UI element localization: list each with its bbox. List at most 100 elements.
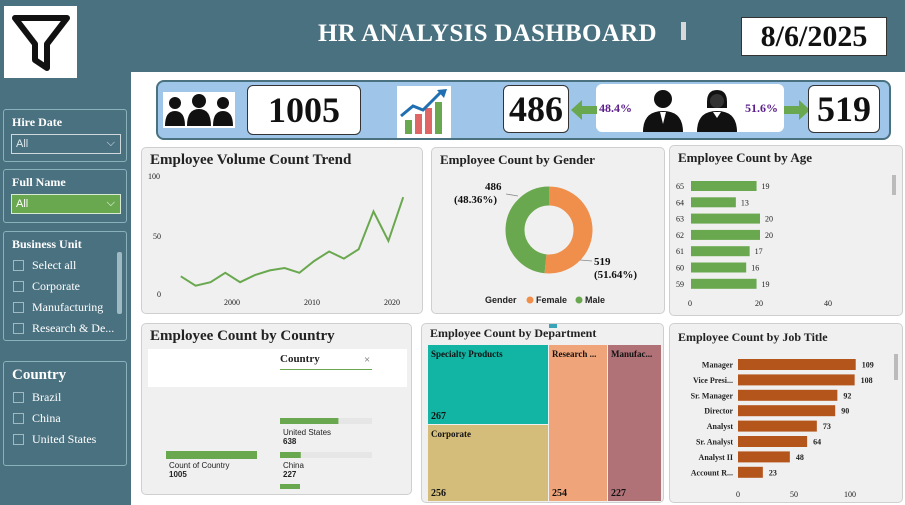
hire-date-value: All xyxy=(16,138,29,150)
job-category-label: Analyst xyxy=(707,422,734,431)
job-bar-value: 23 xyxy=(769,468,777,477)
country-bar[interactable] xyxy=(280,418,339,424)
hire-date-dropdown[interactable]: All ⌵ xyxy=(11,134,121,154)
full-name-label: Full Name xyxy=(12,175,66,189)
country-bar[interactable] xyxy=(280,452,301,458)
age-bar-value: 19 xyxy=(762,182,770,191)
age-category-label: 64 xyxy=(676,198,684,207)
job-category-label: Account R... xyxy=(691,468,733,477)
gender-donut-chart: 486 (48.36%) 519 (51.64%) Gender Female … xyxy=(454,181,637,305)
female-pct: 51.6% xyxy=(745,101,778,115)
job-bar[interactable] xyxy=(738,451,790,463)
treemap-tile-corporate[interactable]: Corporate 256 xyxy=(428,425,548,501)
gender-card: Employee Count by Gender 486 (48.36%) 51… xyxy=(431,147,665,314)
drag-handle[interactable] xyxy=(549,324,557,328)
female-count-kpi: 519 xyxy=(808,85,880,133)
x-tick: 0 xyxy=(688,299,692,308)
job-category-label: Analyst II xyxy=(699,453,733,462)
male-pct-label: (48.36%) xyxy=(454,194,497,206)
donut-slice-female[interactable] xyxy=(544,186,593,274)
country-chart: Count of Country 1005 United States 638 … xyxy=(166,418,372,489)
full-name-value: All xyxy=(16,198,29,210)
age-bar-value: 17 xyxy=(755,247,763,256)
checkbox-label: Corporate xyxy=(32,279,80,293)
treemap-tile-research[interactable]: Research ... 254 xyxy=(549,345,607,501)
treemap-tile-manufacturing[interactable]: Manufac... 227 xyxy=(608,345,661,501)
legend-female-swatch xyxy=(526,296,534,304)
checkbox-select-all[interactable]: Select all xyxy=(4,255,126,276)
country-card: Employee Count by Country Country × Coun… xyxy=(141,323,412,495)
job-category-label: Director xyxy=(704,407,733,416)
tile-value: 254 xyxy=(552,488,567,499)
country-bar-partial[interactable] xyxy=(280,484,300,489)
tile-value: 227 xyxy=(611,488,626,499)
x-tick: 2000 xyxy=(224,298,240,307)
bar-label: China xyxy=(283,461,304,470)
department-card: Employee Count by Department Specialty P… xyxy=(421,323,664,503)
age-category-label: 61 xyxy=(676,247,684,256)
total-count-bar[interactable] xyxy=(166,451,257,459)
x-tick: 100 xyxy=(844,490,856,499)
checkbox-china[interactable]: China xyxy=(4,408,126,429)
age-category-label: 62 xyxy=(676,231,684,240)
trend-line xyxy=(180,196,405,287)
age-bar[interactable] xyxy=(691,229,760,240)
donut-slice-male[interactable] xyxy=(505,186,550,274)
job-category-label: Vice Presi... xyxy=(693,376,733,385)
full-name-dropdown[interactable]: All ⌵ xyxy=(11,194,121,214)
checkbox-label: Research & De... xyxy=(32,321,115,335)
female-pct-label: (51.64%) xyxy=(594,269,637,281)
checkbox-brazil[interactable]: Brazil xyxy=(4,387,126,408)
scrollbar[interactable] xyxy=(894,354,898,380)
divider xyxy=(681,22,686,40)
job-bar[interactable] xyxy=(738,436,808,447)
checkbox-united-states[interactable]: United States xyxy=(4,429,126,450)
hire-date-filter: Hire Date All ⌵ xyxy=(3,109,127,162)
checkbox-label: China xyxy=(32,411,61,425)
checkbox-research[interactable]: Research & De... xyxy=(4,318,126,339)
scrollbar[interactable] xyxy=(892,175,896,195)
tile-label: Corporate xyxy=(431,429,471,439)
business-unit-filter: Business Unit Select all Corporate Manuf… xyxy=(3,231,127,341)
job-bar-value: 90 xyxy=(841,407,849,416)
job-title-card: Employee Count by Job Title 0 50 100 Man… xyxy=(669,323,903,503)
job-category-label: Sr. Manager xyxy=(691,391,734,400)
job-bar[interactable] xyxy=(738,420,817,432)
age-bar-chart: 0 20 40 65 19 64 13 63 20 62 20 61 17 60 16 59 19 xyxy=(676,175,896,308)
checkbox-label: United States xyxy=(32,432,97,446)
job-bar[interactable] xyxy=(738,466,763,478)
growth-chart-icon xyxy=(397,86,451,138)
treemap-tile-specialty[interactable]: Specialty Products 267 xyxy=(428,345,548,424)
job-bar[interactable] xyxy=(738,405,836,417)
page-title: HR ANALYSIS DASHBOARD xyxy=(318,20,657,47)
checkbox-label: Manufacturing xyxy=(32,300,104,314)
job-bar[interactable] xyxy=(738,374,855,386)
male-pct: 48.4% xyxy=(599,101,632,115)
leader-line xyxy=(505,193,519,197)
y-tick: 50 xyxy=(153,232,161,241)
age-card: Employee Count by Age 0 20 40 65 19 64 13 63… xyxy=(669,145,903,316)
age-bar[interactable] xyxy=(691,262,747,273)
y-tick: 0 xyxy=(157,290,161,299)
volume-trend-card: Employee Volume Count Trend 100 50 0 200… xyxy=(141,147,423,314)
age-bar[interactable] xyxy=(691,213,760,224)
job-bar[interactable] xyxy=(738,389,838,401)
employees-group-icon xyxy=(163,92,235,128)
checkbox-manufacturing[interactable]: Manufacturing xyxy=(4,297,126,318)
checkbox-icon xyxy=(13,413,24,424)
bar-value: 227 xyxy=(283,470,297,479)
total-employees-kpi: 1005 xyxy=(247,85,361,135)
age-bar[interactable] xyxy=(691,246,750,257)
age-bar[interactable] xyxy=(691,197,736,208)
age-bar-value: 13 xyxy=(741,198,749,207)
bar-value: 638 xyxy=(283,437,297,446)
scrollbar[interactable] xyxy=(117,252,122,314)
age-bar[interactable] xyxy=(691,278,757,289)
male-icon xyxy=(640,88,686,137)
age-bar-value: 16 xyxy=(751,264,759,273)
full-name-filter: Full Name All ⌵ xyxy=(3,169,127,223)
age-bar[interactable] xyxy=(691,181,757,191)
age-bar-value: 19 xyxy=(762,280,770,289)
job-bar[interactable] xyxy=(738,359,856,370)
checkbox-corporate[interactable]: Corporate xyxy=(4,276,126,297)
